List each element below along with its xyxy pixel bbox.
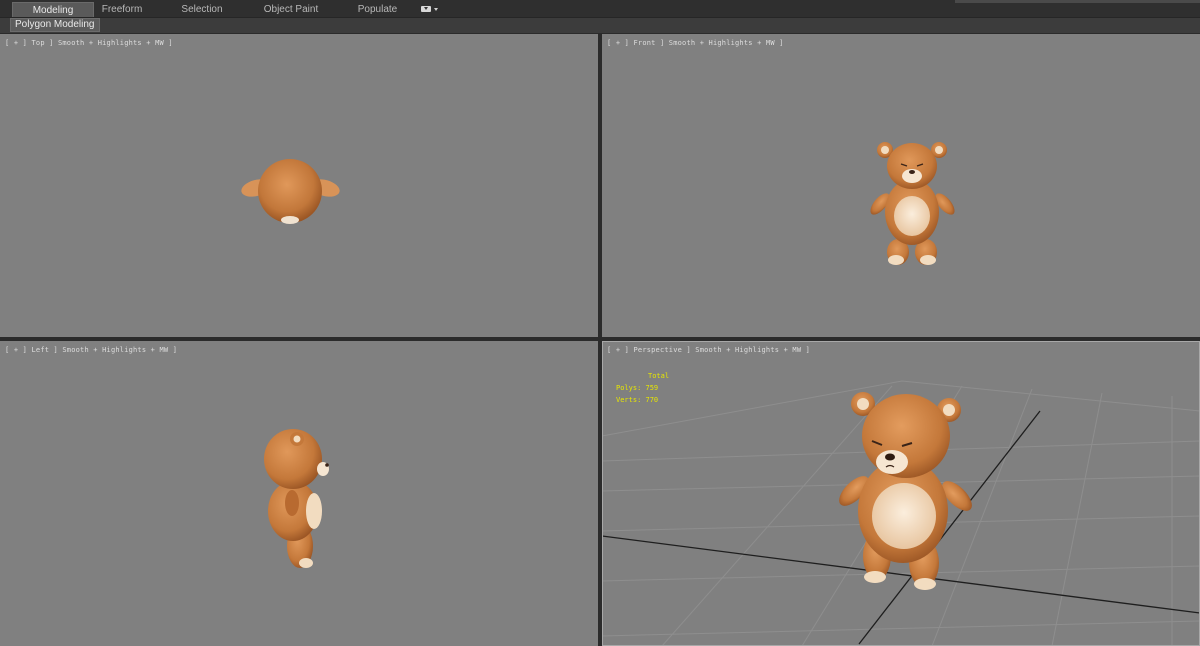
statistics-overlay: Total Polys: 759 Verts: 770 <box>616 370 669 406</box>
stats-polys: Polys: 759 <box>616 384 659 392</box>
ribbon-dropdown-icon[interactable] <box>421 4 441 16</box>
viewport-left[interactable]: [ + ] Left ] Smooth + Highlights + MW ] <box>0 341 598 646</box>
ribbon-panel-polygon-modeling[interactable]: Polygon Modeling <box>10 18 100 32</box>
ribbon-tab-bar: Modeling Freeform Selection Object Paint… <box>0 0 1200 18</box>
tab-populate[interactable]: Populate <box>350 2 405 17</box>
stats-total-label: Total <box>648 372 670 380</box>
ribbon: Modeling Freeform Selection Object Paint… <box>0 0 1200 33</box>
viewport-perspective-label[interactable]: [ + ] Perspective ] Smooth + Highlights … <box>607 346 810 354</box>
tab-modeling[interactable]: Modeling <box>12 2 94 17</box>
bear-perspective-view <box>839 392 972 590</box>
bear-front-view <box>870 142 955 265</box>
viewport-perspective[interactable]: [ + ] Perspective ] Smooth + Highlights … <box>602 341 1200 646</box>
viewport-top[interactable]: [ + ] Top ] Smooth + Highlights + MW ] <box>0 34 598 337</box>
bear-top-view <box>241 159 340 224</box>
ribbon-tab-bar-edge <box>955 0 1200 3</box>
bear-left-view <box>264 429 329 568</box>
viewport-front[interactable]: [ + ] Front ] Smooth + Highlights + MW ] <box>602 34 1200 337</box>
tab-selection[interactable]: Selection <box>172 2 232 17</box>
stats-verts: Verts: 770 <box>616 396 659 404</box>
tab-freeform[interactable]: Freeform <box>92 2 152 17</box>
tab-object-paint[interactable]: Object Paint <box>255 2 327 17</box>
